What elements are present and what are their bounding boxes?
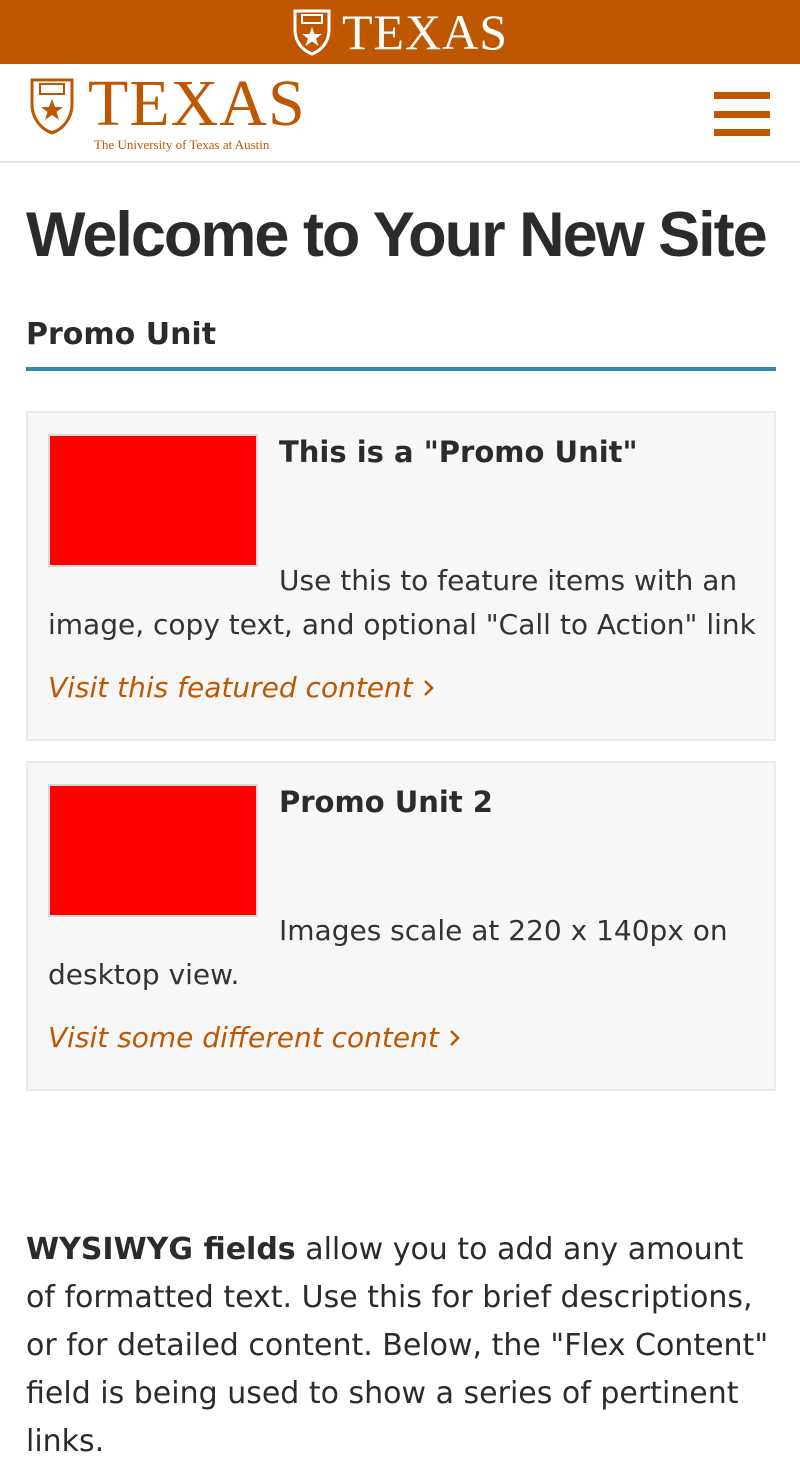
top-brand-link[interactable]: TEXAS [292, 7, 508, 57]
section-title: Promo Unit [26, 317, 776, 371]
promo-copy: Use this to feature items with an image,… [48, 564, 756, 641]
promo-cta-link[interactable]: Visit this featured content [48, 671, 435, 704]
promo-unit: Promo Unit 2 Images scale at 220 x 140px… [26, 761, 776, 1091]
main-content: Welcome to Your New Site Promo Unit This… [26, 163, 776, 1091]
menu-bar [714, 110, 770, 118]
site-logo-link[interactable]: TEXAS The University of Texas at Austin [28, 67, 306, 153]
header-wordmark: TEXAS [88, 67, 306, 140]
promo-cta-link[interactable]: Visit some different content [48, 1021, 461, 1054]
wysiwyg-bold-lead: WYSIWYG fields [26, 1232, 296, 1267]
promo-unit: This is a "Promo Unit" Use this to featu… [26, 411, 776, 741]
promo-headline: This is a "Promo Unit" [279, 435, 638, 469]
site-header: TEXAS The University of Texas at Austin [0, 64, 800, 163]
hamburger-menu-icon[interactable] [714, 92, 772, 136]
promo-headline: Promo Unit 2 [279, 785, 493, 819]
ut-seal-icon [30, 78, 74, 135]
promo-image[interactable] [48, 434, 258, 567]
top-wordmark: TEXAS [341, 4, 509, 60]
menu-bar [714, 92, 770, 99]
chevron-right-icon [449, 1029, 460, 1046]
chevron-right-icon [423, 679, 434, 696]
page-title: Welcome to Your New Site [26, 200, 768, 270]
promo-copy: Images scale at 220 x 140px on desktop v… [48, 914, 728, 991]
promo-image[interactable] [48, 784, 258, 917]
ut-seal-icon [293, 9, 331, 56]
promo-cta-label: Visit some different content [48, 1021, 439, 1054]
promo-cta-label: Visit this featured content [48, 671, 413, 704]
top-brand-bar: TEXAS [0, 0, 800, 64]
wysiwyg-text: WYSIWYG fields allow you to add any amou… [26, 1226, 776, 1466]
menu-bar [714, 129, 770, 136]
